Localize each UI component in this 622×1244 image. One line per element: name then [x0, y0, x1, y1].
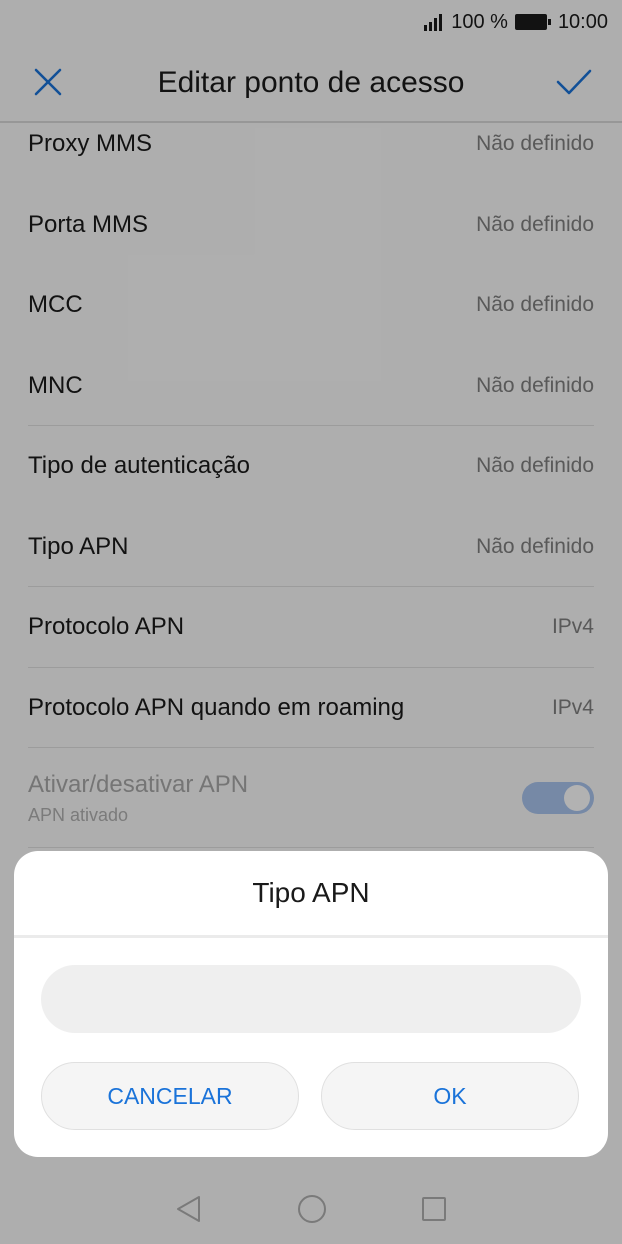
- recents-square-icon[interactable]: [420, 1195, 448, 1223]
- apn-type-input[interactable]: [41, 965, 581, 1033]
- ok-button[interactable]: OK: [321, 1062, 579, 1130]
- home-circle-icon[interactable]: [296, 1193, 328, 1225]
- dialog-divider: [14, 935, 608, 938]
- back-triangle-icon[interactable]: [174, 1194, 204, 1224]
- dialog-title: Tipo APN: [252, 877, 370, 908]
- cancel-button[interactable]: CANCELAR: [41, 1062, 299, 1130]
- apn-type-dialog: Tipo APN CANCELAR OK: [14, 851, 608, 1157]
- navigation-bar: [0, 1174, 622, 1244]
